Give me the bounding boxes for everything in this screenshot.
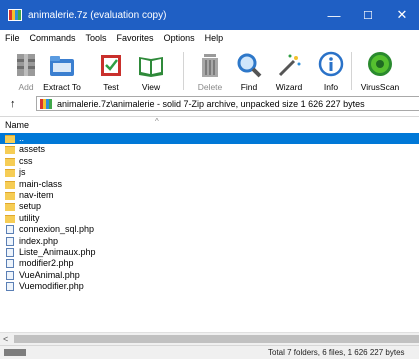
folder-icon xyxy=(5,157,15,166)
php-file-icon xyxy=(6,282,14,292)
scroll-thumb[interactable] xyxy=(14,335,419,343)
php-file-icon xyxy=(6,270,14,280)
menu-commands[interactable]: Commands xyxy=(25,30,81,46)
list-item-name: utility xyxy=(19,212,40,223)
column-name-label: Name xyxy=(5,120,30,130)
minimize-button[interactable]: — xyxy=(317,0,351,30)
list-item-name: nav-item xyxy=(19,189,54,200)
folder-icon xyxy=(5,203,15,212)
drive-key-icon xyxy=(4,349,26,356)
list-item-name: connexion_sql.php xyxy=(19,224,95,235)
view-button[interactable]: View xyxy=(127,51,175,93)
extract-to-label: Extract To xyxy=(43,82,81,92)
info-icon xyxy=(318,51,344,77)
list-item[interactable]: modifier2.php xyxy=(0,258,419,269)
virusscan-icon xyxy=(368,52,392,76)
list-item[interactable]: Vuemodifier.php xyxy=(0,281,419,292)
find-icon xyxy=(237,53,262,78)
wizard-icon xyxy=(278,54,301,77)
status-text: Total 7 folders, 6 files, 1 626 227 byte… xyxy=(268,348,405,357)
menu-tools[interactable]: Tools xyxy=(81,30,112,46)
add-icon xyxy=(17,54,35,76)
list-item-name: assets xyxy=(19,144,46,155)
folder-icon xyxy=(5,135,15,143)
folder-icon xyxy=(5,214,15,223)
status-bar: Total 7 folders, 6 files, 1 626 227 byte… xyxy=(0,345,419,359)
list-item[interactable]: main-class xyxy=(0,179,419,190)
menu-favorites[interactable]: Favorites xyxy=(112,30,159,46)
list-item-name: Liste_Animaux.php xyxy=(19,246,96,257)
wizard-button[interactable]: Wizard xyxy=(265,51,313,93)
virusscan-label: VirusScan xyxy=(360,82,400,92)
list-item[interactable]: assets xyxy=(0,144,419,155)
menu-file[interactable]: File xyxy=(0,30,25,46)
archive-icon xyxy=(40,98,52,109)
toolbar-separator xyxy=(183,52,184,90)
list-item[interactable]: js xyxy=(0,167,419,178)
php-file-icon xyxy=(6,236,14,246)
list-item[interactable]: css xyxy=(0,156,419,167)
menu-help[interactable]: Help xyxy=(200,30,229,46)
list-item-name: modifier2.php xyxy=(19,258,74,269)
info-label: Info xyxy=(323,82,339,92)
view-label: View xyxy=(141,82,161,92)
list-item[interactable]: setup xyxy=(0,201,419,212)
maximize-button[interactable]: ☐ xyxy=(351,0,385,30)
list-item[interactable]: connexion_sql.php xyxy=(0,224,419,235)
list-item-name: index.php xyxy=(19,235,59,246)
php-file-icon xyxy=(6,247,14,257)
view-icon xyxy=(139,57,163,77)
extract-to-button[interactable]: Extract To xyxy=(38,51,86,93)
menu-options[interactable]: Options xyxy=(159,30,200,46)
folder-icon xyxy=(5,169,15,178)
file-list: Name ^ .. assets css js main-class nav-item se… xyxy=(0,116,419,331)
sort-ascending-icon: ^ xyxy=(155,117,159,126)
list-item-name: js xyxy=(19,167,26,178)
address-path-box[interactable]: animalerie.7z\animalerie - solid 7-Zip a… xyxy=(36,96,419,111)
column-header-name[interactable]: Name ^ xyxy=(0,117,419,131)
window-title: animalerie.7z (evaluation copy) xyxy=(28,9,167,21)
list-item[interactable]: nav-item xyxy=(0,190,419,201)
php-file-icon xyxy=(6,225,14,235)
list-item[interactable]: utility xyxy=(0,213,419,224)
toolbar: Add Extract To Test View Delete Find Wiz… xyxy=(0,46,419,94)
list-item[interactable]: .. xyxy=(0,133,419,145)
list-item-name: VueAnimal.php xyxy=(19,269,80,280)
up-arrow-icon[interactable]: ↑ xyxy=(10,97,22,111)
php-file-icon xyxy=(6,259,14,269)
test-icon xyxy=(101,55,121,76)
folder-icon xyxy=(5,180,15,189)
file-rows: .. assets css js main-class nav-item setup util… xyxy=(0,133,419,292)
list-item-name: Vuemodifier.php xyxy=(19,281,84,292)
address-bar: ↑ animalerie.7z\animalerie - solid 7-Zip… xyxy=(0,94,419,114)
list-item-name: setup xyxy=(19,201,42,212)
list-item-name: .. xyxy=(19,133,25,143)
list-item[interactable]: Liste_Animaux.php xyxy=(0,247,419,258)
delete-icon xyxy=(202,54,218,77)
folder-icon xyxy=(5,146,15,155)
folder-icon xyxy=(5,191,15,200)
list-item-name: main-class xyxy=(19,178,63,189)
toolbar-separator xyxy=(351,52,352,90)
info-button[interactable]: Info xyxy=(307,51,355,93)
scroll-left-icon[interactable]: < xyxy=(3,333,8,345)
list-item-name: css xyxy=(19,155,33,166)
address-path: animalerie.7z\animalerie - solid 7-Zip a… xyxy=(57,98,365,109)
horizontal-scrollbar[interactable]: < xyxy=(0,332,419,345)
close-button[interactable]: ✕ xyxy=(385,0,419,30)
title-bar: animalerie.7z (evaluation copy) — ☐ ✕ xyxy=(0,0,419,30)
extract-icon xyxy=(50,56,74,76)
menu-bar: File Commands Tools Favorites Options He… xyxy=(0,30,419,46)
wizard-label: Wizard xyxy=(275,82,303,92)
list-item[interactable]: index.php xyxy=(0,236,419,247)
list-item[interactable]: VueAnimal.php xyxy=(0,270,419,281)
winrar-app-icon xyxy=(8,9,22,21)
virusscan-button[interactable]: VirusScan xyxy=(356,51,404,93)
